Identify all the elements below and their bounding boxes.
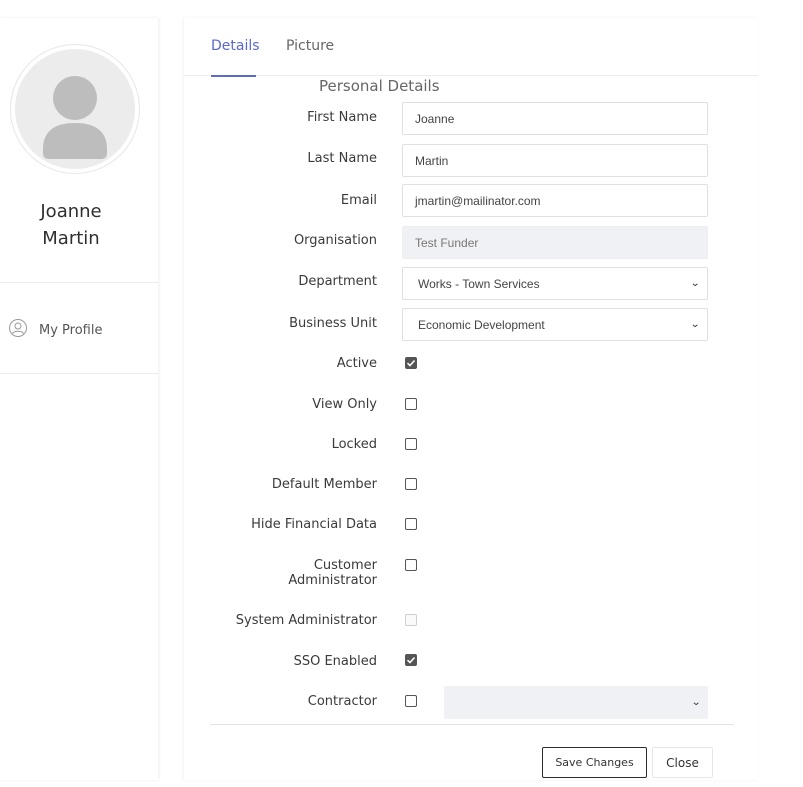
locked-checkbox[interactable] [405, 438, 417, 450]
contractor-select[interactable]: ⌄ [444, 686, 708, 719]
email-label: Email [340, 193, 377, 208]
sso-enabled-checkbox[interactable] [405, 654, 417, 666]
checkmark-icon [406, 656, 416, 664]
sidebar-item-my-profile[interactable]: My Profile [8, 318, 102, 342]
default-member-label: Default Member [271, 477, 377, 492]
sso-enabled-label: SSO Enabled [293, 654, 377, 669]
last-name-label: Last Name [307, 151, 377, 166]
department-label: Department [298, 274, 377, 289]
save-changes-button[interactable]: Save Changes [542, 747, 647, 778]
active-checkbox[interactable] [405, 357, 417, 369]
user-silhouette-icon [15, 49, 135, 169]
user-last-name: Martin [42, 228, 100, 249]
chevron-down-icon: ⌄ [689, 319, 700, 330]
organisation-label: Organisation [293, 233, 377, 248]
divider [210, 724, 734, 725]
sidebar-item-label: My Profile [39, 322, 103, 338]
chevron-down-icon: ⌄ [690, 697, 701, 708]
business-unit-select[interactable]: Economic Development ⌄ [402, 308, 708, 341]
business-unit-label: Business Unit [289, 316, 377, 331]
avatar [10, 44, 140, 174]
organisation-field: Test Funder [402, 226, 708, 259]
checkmark-icon [406, 359, 416, 367]
default-member-checkbox[interactable] [405, 478, 417, 490]
contractor-checkbox[interactable] [405, 695, 417, 707]
details-panel: Details Picture Personal Details First N… [184, 18, 758, 780]
divider [0, 282, 158, 283]
customer-administrator-label-line1: Customer [313, 558, 377, 573]
profile-card: Joanne Martin My Profile [0, 18, 158, 780]
business-unit-value: Economic Development [418, 317, 545, 332]
divider [0, 373, 158, 374]
department-value: Works - Town Services [418, 276, 540, 291]
view-only-checkbox[interactable] [405, 398, 417, 410]
tab-picture[interactable]: Picture [286, 38, 334, 54]
profile-icon [8, 318, 28, 342]
close-button[interactable]: Close [652, 747, 713, 778]
department-select[interactable]: Works - Town Services ⌄ [402, 267, 708, 300]
system-administrator-label: System Administrator [235, 613, 377, 628]
email-field[interactable]: jmartin@mailinator.com [402, 184, 708, 217]
active-tab-indicator [211, 75, 256, 77]
first-name-field[interactable]: Joanne [402, 102, 708, 135]
last-name-field[interactable]: Martin [402, 144, 708, 177]
contractor-label: Contractor [307, 694, 377, 709]
system-administrator-checkbox [405, 614, 417, 626]
customer-administrator-label: Customer Administrator [288, 558, 377, 588]
user-name: Joanne Martin [0, 198, 142, 252]
first-name-label: First Name [307, 110, 377, 125]
customer-administrator-label-line2: Administrator [288, 573, 377, 588]
hide-financial-data-checkbox[interactable] [405, 518, 417, 530]
view-only-label: View Only [312, 397, 377, 412]
tab-details[interactable]: Details [211, 38, 260, 54]
user-first-name: Joanne [40, 201, 102, 222]
hide-financial-data-label: Hide Financial Data [251, 517, 377, 532]
chevron-down-icon: ⌄ [689, 278, 700, 289]
active-label: Active [336, 356, 377, 371]
customer-administrator-checkbox[interactable] [405, 559, 417, 571]
tab-bar: Details Picture [184, 18, 758, 77]
section-title: Personal Details [319, 77, 440, 95]
locked-label: Locked [331, 437, 377, 452]
